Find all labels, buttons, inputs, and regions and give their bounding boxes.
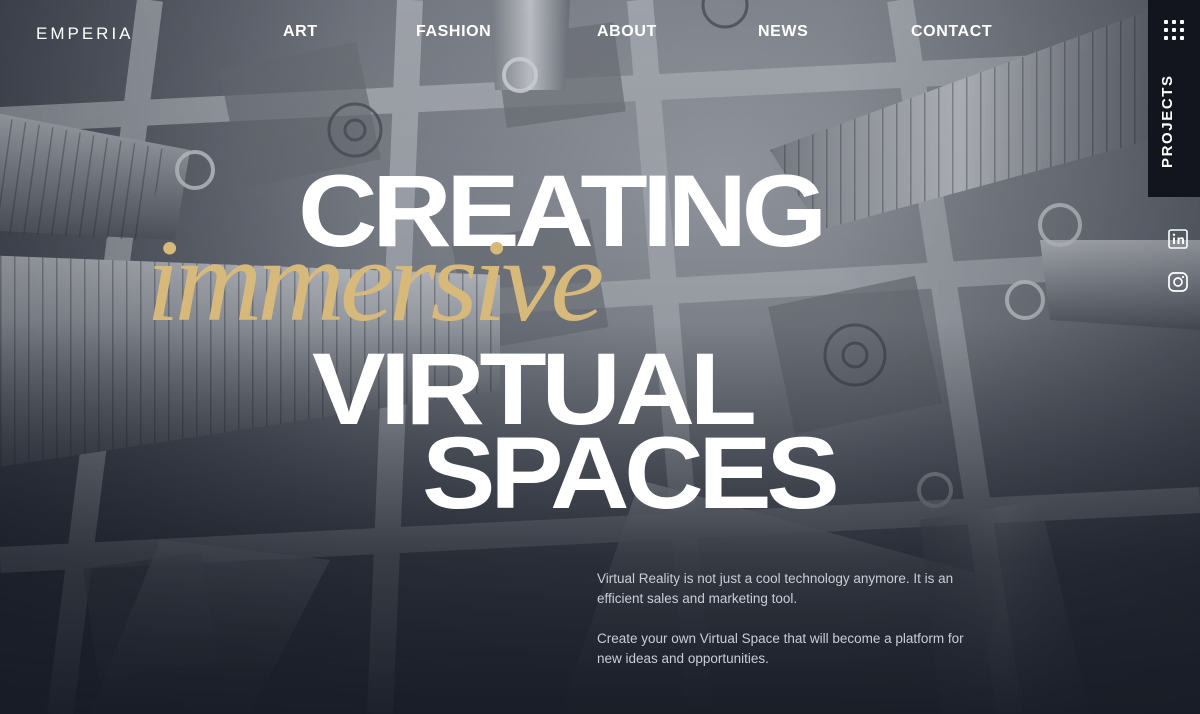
nav-item-art[interactable]: ART (283, 23, 318, 41)
side-rail: PROJECTS (1148, 0, 1200, 197)
nav-item-news[interactable]: NEWS (758, 23, 808, 41)
linkedin-icon[interactable] (1168, 229, 1188, 249)
main-nav: ART FASHION ABOUT NEWS CONTACT (0, 23, 1140, 45)
nav-item-contact[interactable]: CONTACT (911, 23, 992, 41)
instagram-icon[interactable] (1168, 272, 1188, 292)
nav-item-about[interactable]: ABOUT (597, 23, 657, 41)
hero-intro-paragraph: Virtual Reality is not just a cool techn… (597, 571, 954, 606)
hero-headline-line-4: SPACES (422, 416, 840, 530)
hero-cta-paragraph: Create your own Virtual Space that will … (597, 631, 964, 666)
projects-link[interactable]: PROJECTS (1159, 74, 1176, 168)
grid-dots-icon[interactable] (1164, 20, 1184, 40)
nav-item-fashion[interactable]: FASHION (416, 23, 491, 41)
hero-headline-line-2: immersive (146, 215, 604, 346)
